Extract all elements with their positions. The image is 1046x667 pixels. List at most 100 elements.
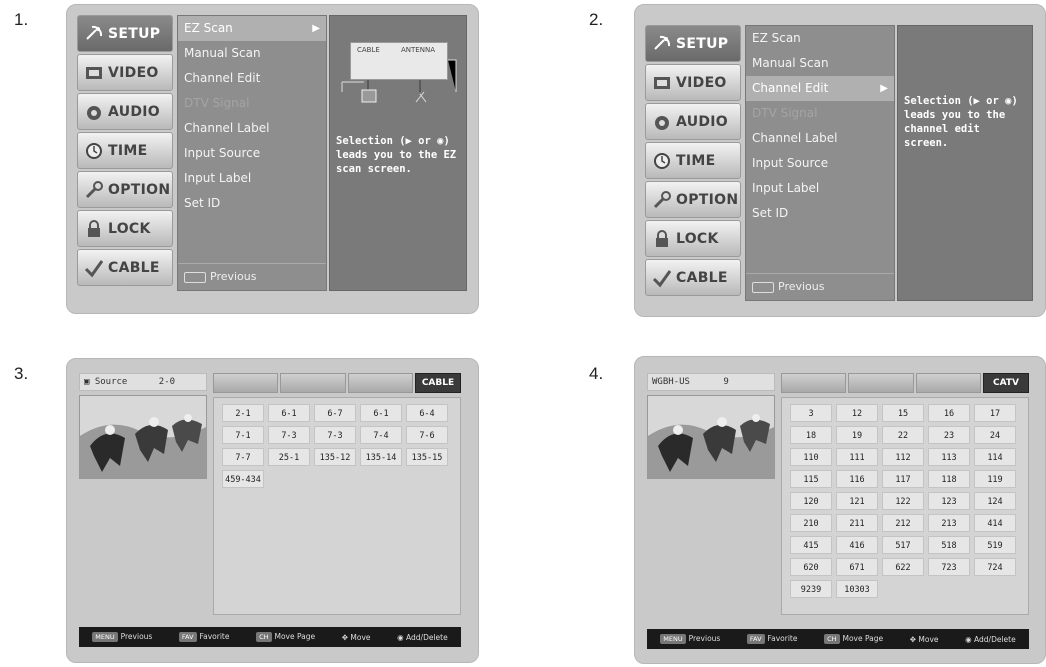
channel-cell[interactable]: 211 [836,514,878,532]
sidebar-item-lock[interactable]: LOCK [77,210,173,247]
channel-cell[interactable]: 724 [974,558,1016,576]
channel-cell[interactable]: 519 [974,536,1016,554]
channel-cell[interactable]: 12 [836,404,878,422]
channel-cell[interactable]: 15 [882,404,924,422]
sidebar-item-lock[interactable]: LOCK [645,220,741,257]
tab-2[interactable] [848,373,914,393]
channel-cell[interactable]: 414 [974,514,1016,532]
channel-cell[interactable]: 117 [882,470,924,488]
channel-cell[interactable]: 110 [790,448,832,466]
channel-cell[interactable]: 119 [974,470,1016,488]
sidebar-item-video[interactable]: VIDEO [645,64,741,101]
channel-cell[interactable]: 135-15 [406,448,448,466]
channel-cell[interactable]: 113 [928,448,970,466]
channel-cell[interactable]: 135-12 [314,448,356,466]
channel-cell[interactable]: 9239 [790,580,832,598]
sidebar-item-video[interactable]: VIDEO [77,54,173,91]
menu-item-manual-scan[interactable]: Manual Scan [178,41,326,66]
channel-cell[interactable]: 18 [790,426,832,444]
tab-3[interactable] [915,373,981,393]
channel-cell[interactable]: 3 [790,404,832,422]
channel-cell[interactable]: 517 [882,536,924,554]
menu-item-input-source[interactable]: Input Source [178,141,326,166]
channel-cell[interactable]: 7-1 [222,426,264,444]
channel-cell[interactable]: 17 [974,404,1016,422]
sidebar-item-setup[interactable]: SETUP [77,15,173,52]
channel-cell[interactable]: 622 [882,558,924,576]
channel-cell[interactable]: 121 [836,492,878,510]
sidebar-item-audio[interactable]: AUDIO [645,103,741,140]
channel-cell[interactable]: 16 [928,404,970,422]
sidebar-item-audio[interactable]: AUDIO [77,93,173,130]
channel-cell[interactable]: 7-3 [314,426,356,444]
tab-cable[interactable]: CABLE [414,373,461,393]
channel-cell[interactable]: 6-1 [268,404,310,422]
sidebar-item-time[interactable]: TIME [77,132,173,169]
menu-item-set-id[interactable]: Set ID [746,201,894,226]
key-guide-footer: MENU Previous FAV Favorite CH Move Page ✥ M… [79,627,461,647]
tab-2[interactable] [280,373,346,393]
channel-cell[interactable]: 212 [882,514,924,532]
sidebar-item-option[interactable]: OPTION [77,171,173,208]
menu-item-input-source[interactable]: Input Source [746,151,894,176]
channel-cell[interactable]: 210 [790,514,832,532]
menu-item-input-label[interactable]: Input Label [746,176,894,201]
current-channel: 2-0 [158,377,176,387]
channel-cell[interactable]: 6-1 [360,404,402,422]
menu-item-channel-label[interactable]: Channel Label [746,126,894,151]
channel-cell[interactable]: 7-3 [268,426,310,444]
menu-item-channel-edit[interactable]: Channel Edit [178,66,326,91]
channel-cell[interactable]: 416 [836,536,878,554]
menu-item-ez-scan[interactable]: EZ Scan [746,26,894,51]
channel-cell[interactable]: 112 [882,448,924,466]
channel-cell[interactable]: 122 [882,492,924,510]
channel-cell[interactable]: 671 [836,558,878,576]
channel-cell[interactable]: 213 [928,514,970,532]
menu-item-channel-edit[interactable]: Channel Edit ▶ [746,76,894,101]
menu-item-set-id[interactable]: Set ID [178,191,326,216]
channel-grid: 2-1 6-1 6-7 6-1 6-4 7-1 7-3 7-3 7-4 7-6 7-7 25-1 135… [213,397,461,615]
menu-item-channel-label[interactable]: Channel Label [178,116,326,141]
channel-cell[interactable]: 23 [928,426,970,444]
previous-button[interactable]: Previous [178,263,326,290]
channel-cell[interactable]: 620 [790,558,832,576]
footer-favorite: FAV Favorite [746,634,798,644]
tab-1[interactable] [781,373,847,393]
tab-3[interactable] [347,373,413,393]
channel-cell[interactable]: 135-14 [360,448,402,466]
channel-cell[interactable]: 25-1 [268,448,310,466]
channel-cell[interactable]: 415 [790,536,832,554]
channel-cell[interactable]: 723 [928,558,970,576]
channel-cell[interactable]: 6-4 [406,404,448,422]
channel-cell[interactable]: 6-7 [314,404,356,422]
channel-cell[interactable]: 7-4 [360,426,402,444]
channel-cell[interactable]: 111 [836,448,878,466]
channel-cell[interactable]: 22 [882,426,924,444]
tab-1[interactable] [213,373,279,393]
menu-item-input-label[interactable]: Input Label [178,166,326,191]
channel-cell[interactable]: 7-7 [222,448,264,466]
channel-cell[interactable]: 19 [836,426,878,444]
channel-cell[interactable]: 116 [836,470,878,488]
channel-cell[interactable]: 120 [790,492,832,510]
sidebar-item-time[interactable]: TIME [645,142,741,179]
menu-item-manual-scan[interactable]: Manual Scan [746,51,894,76]
sidebar-item-cable[interactable]: CABLE [77,249,173,286]
previous-button[interactable]: Previous [746,273,894,300]
channel-cell[interactable]: 7-6 [406,426,448,444]
menu-item-ez-scan[interactable]: EZ Scan ▶ [178,16,326,41]
channel-cell[interactable]: 118 [928,470,970,488]
channel-cell[interactable]: 2-1 [222,404,264,422]
sidebar-item-option[interactable]: OPTION [645,181,741,218]
sidebar-item-cable[interactable]: CABLE [645,259,741,296]
channel-cell[interactable]: 10303 [836,580,878,598]
channel-cell[interactable]: 24 [974,426,1016,444]
channel-cell[interactable]: 114 [974,448,1016,466]
channel-cell[interactable]: 459-434 [222,470,264,488]
channel-cell[interactable]: 115 [790,470,832,488]
channel-cell[interactable]: 124 [974,492,1016,510]
channel-cell[interactable]: 518 [928,536,970,554]
tab-catv[interactable]: CATV [982,373,1029,393]
channel-cell[interactable]: 123 [928,492,970,510]
sidebar-item-setup[interactable]: SETUP [645,25,741,62]
